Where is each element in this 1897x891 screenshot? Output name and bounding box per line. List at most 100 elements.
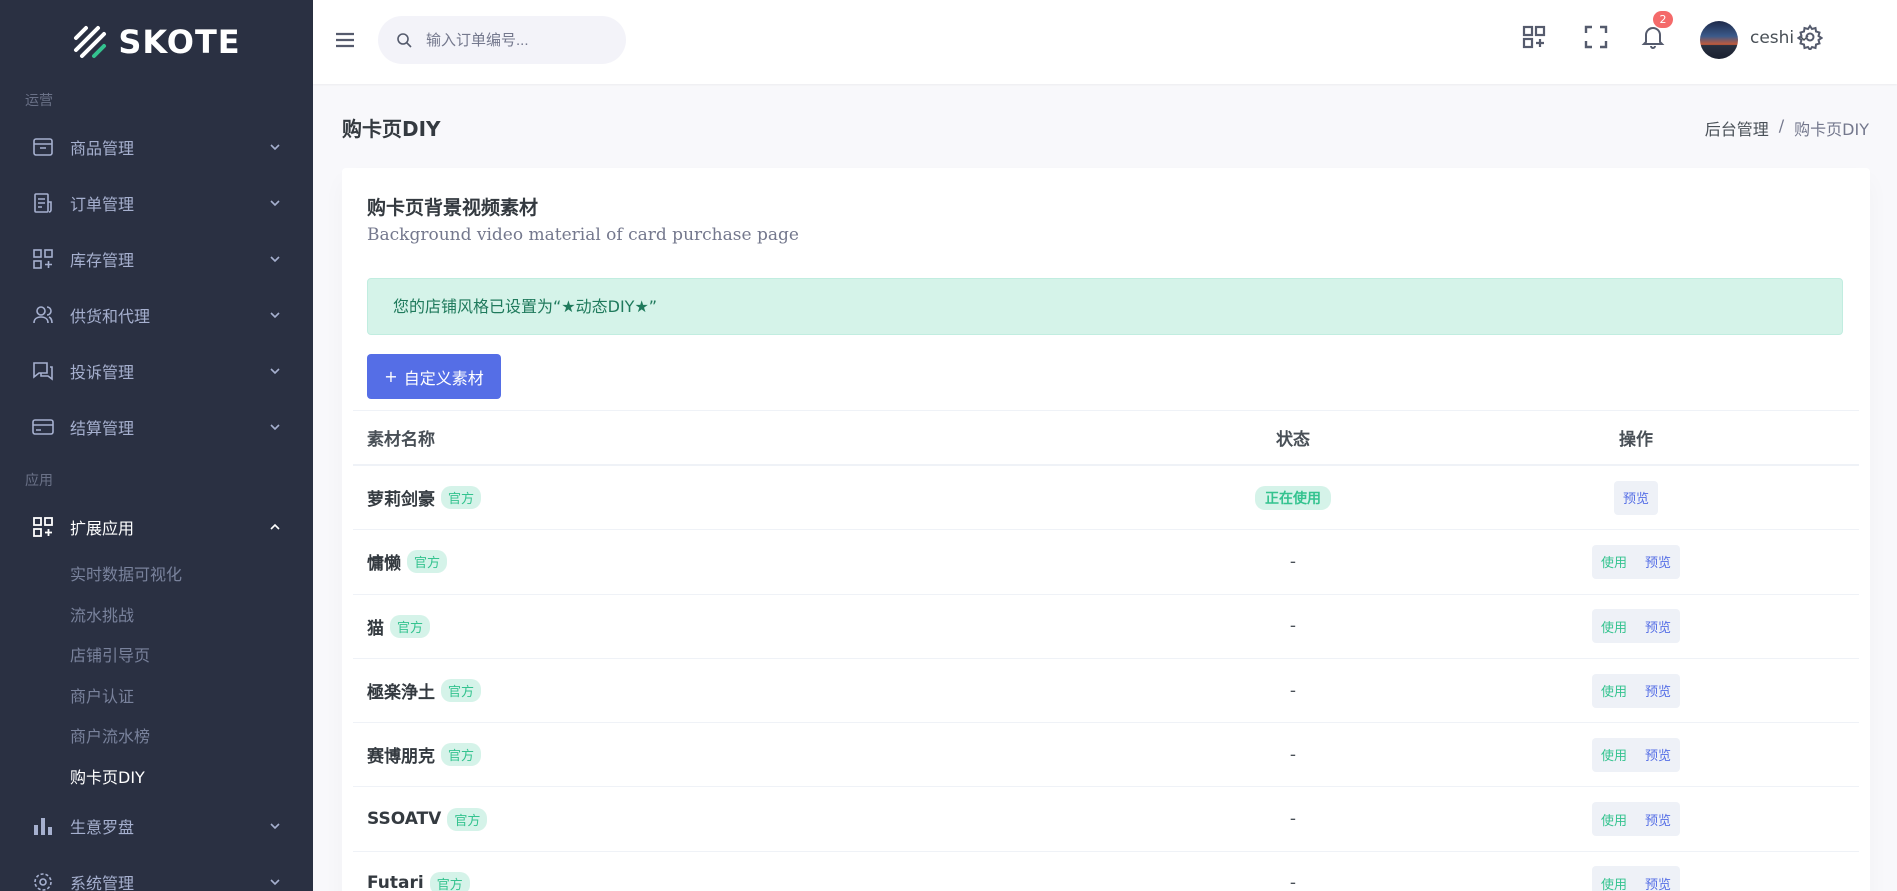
- sidebar-item-supply[interactable]: 供货和代理: [0, 287, 313, 343]
- user-name[interactable]: ceshi: [1750, 28, 1794, 48]
- sidebar-item-label: 库存管理: [70, 251, 135, 270]
- order-icon: [32, 192, 54, 214]
- chevron-down-icon: [270, 823, 280, 830]
- sidebar-item-orders[interactable]: 订单管理: [0, 175, 313, 231]
- apps-grid-icon[interactable]: [1521, 24, 1547, 50]
- sidebar: SKOTE 运营 商品管理 订单管理 库存管理 供货和代理 投诉管理 结算管理 …: [0, 0, 313, 891]
- chat-icon: [32, 360, 54, 382]
- search-icon: [397, 33, 412, 48]
- submenu-item-verify[interactable]: 商户认证: [0, 677, 313, 718]
- material-name: 慵懒: [367, 554, 401, 575]
- submenu-item-guide[interactable]: 店铺引导页: [0, 636, 313, 677]
- actions-group: 使用 预览: [1591, 866, 1681, 891]
- sidebar-item-products[interactable]: 商品管理: [0, 119, 313, 175]
- sidebar-item-system[interactable]: 系统管理: [0, 854, 313, 891]
- submenu-item-realtime[interactable]: 实时数据可视化: [0, 555, 313, 596]
- page-title: 购卡页DIY: [342, 117, 441, 141]
- sidebar-item-label: 供货和代理: [70, 307, 151, 326]
- material-name: 極楽浄土: [367, 683, 435, 704]
- official-tag: 官方: [407, 550, 448, 574]
- use-button[interactable]: 使用: [1597, 874, 1631, 891]
- chevron-down-icon: [270, 368, 280, 375]
- material-card: 购卡页背景视频素材 Background video material of c…: [342, 168, 1870, 891]
- table-row: 萝莉剑豪 官方 正在使用 预览: [353, 466, 1859, 531]
- preview-button[interactable]: 预览: [1641, 810, 1675, 829]
- menu-section-apps: 应用: [25, 473, 53, 489]
- submenu-item-diy[interactable]: 购卡页DIY: [0, 758, 313, 799]
- preview-button[interactable]: 预览: [1641, 552, 1675, 571]
- preview-button[interactable]: 预览: [1641, 681, 1675, 700]
- use-button[interactable]: 使用: [1597, 681, 1631, 700]
- material-name: 萝莉剑豪: [367, 490, 435, 511]
- fullscreen-icon[interactable]: [1583, 24, 1609, 50]
- status-text: -: [1289, 744, 1297, 765]
- menu-toggle-icon[interactable]: [335, 30, 355, 50]
- chevron-down-icon: [270, 144, 280, 151]
- logo-icon: [74, 25, 107, 58]
- card-subtitle: Background video material of card purcha…: [367, 225, 799, 245]
- actions-group: 使用 预览: [1591, 673, 1681, 708]
- actions-group: 预览: [1613, 480, 1658, 515]
- logo[interactable]: SKOTE: [0, 0, 313, 83]
- official-tag: 官方: [441, 486, 482, 510]
- sidebar-item-complaints[interactable]: 投诉管理: [0, 343, 313, 399]
- chevron-down-icon: [270, 200, 280, 207]
- gear-icon[interactable]: [1797, 24, 1823, 50]
- submenu-item-challenge[interactable]: 流水挑战: [0, 596, 313, 637]
- table-row: Futari 官方 - 使用 预览: [353, 852, 1859, 891]
- submenu-item-ranking[interactable]: 商户流水榜: [0, 717, 313, 758]
- card-title: 购卡页背景视频素材: [367, 197, 539, 219]
- chevron-up-icon: [270, 523, 280, 530]
- chevron-down-icon: [270, 879, 280, 886]
- sidebar-item-settlement[interactable]: 结算管理: [0, 399, 313, 455]
- table-row: 極楽浄土 官方 - 使用 预览: [353, 659, 1859, 724]
- search-input[interactable]: [426, 31, 606, 49]
- use-button[interactable]: 使用: [1597, 810, 1631, 829]
- status-text: -: [1289, 680, 1297, 701]
- sidebar-item-extensions[interactable]: 扩展应用: [0, 499, 313, 555]
- table-row: 慵懒 官方 - 使用 预览: [353, 530, 1859, 595]
- actions-group: 使用 预览: [1591, 544, 1681, 579]
- status-text: -: [1289, 873, 1297, 891]
- sidebar-item-compass[interactable]: 生意罗盘: [0, 798, 313, 854]
- preview-button[interactable]: 预览: [1641, 745, 1675, 764]
- table-row: SSOATV 官方 - 使用 预览: [353, 787, 1859, 852]
- topbar: 2 ceshi: [313, 0, 1897, 84]
- preview-button[interactable]: 预览: [1619, 488, 1653, 507]
- breadcrumb-item-home[interactable]: 后台管理: [1705, 116, 1769, 140]
- chevron-down-icon: [270, 424, 280, 431]
- avatar[interactable]: [1700, 21, 1738, 59]
- plus-icon: +: [384, 367, 398, 386]
- header-name: 素材名称: [367, 430, 435, 450]
- sidebar-item-label: 商品管理: [70, 139, 135, 158]
- status-text: -: [1289, 809, 1297, 830]
- add-material-button[interactable]: + 自定义素材: [367, 354, 501, 399]
- official-tag: 官方: [429, 871, 470, 891]
- material-table: 素材名称 状态 操作 萝莉剑豪 官方 正在使用 预览 慵懒 官方 - 使用 预览 猫官…: [353, 410, 1859, 891]
- box-icon: [32, 136, 54, 158]
- sidebar-item-label: 系统管理: [70, 874, 135, 891]
- use-button[interactable]: 使用: [1597, 745, 1631, 764]
- logo-text: SKOTE: [118, 22, 241, 61]
- header-status: 状态: [1276, 430, 1310, 450]
- official-tag: 官方: [390, 614, 431, 638]
- material-name: SSOATV: [367, 809, 442, 830]
- preview-button[interactable]: 预览: [1641, 874, 1675, 891]
- actions-group: 使用 预览: [1591, 737, 1681, 772]
- gear-icon: [32, 871, 54, 891]
- material-name: Futari: [367, 873, 424, 891]
- users-icon: [32, 304, 54, 326]
- search-box[interactable]: [378, 16, 626, 64]
- official-tag: 官方: [441, 679, 482, 703]
- status-text: -: [1289, 616, 1297, 637]
- use-button[interactable]: 使用: [1597, 552, 1631, 571]
- table-row: 赛博朋克 官方 - 使用 预览: [353, 723, 1859, 788]
- breadcrumb-item-current: 购卡页DIY: [1794, 120, 1869, 139]
- breadcrumb: 后台管理 / 购卡页DIY: [1705, 116, 1869, 140]
- table-row: 猫官方 - 使用 预览: [353, 595, 1859, 659]
- grid-plus-icon: [32, 248, 54, 270]
- grid-plus-icon: [32, 516, 54, 538]
- use-button[interactable]: 使用: [1597, 617, 1631, 636]
- preview-button[interactable]: 预览: [1641, 617, 1675, 636]
- sidebar-item-inventory[interactable]: 库存管理: [0, 231, 313, 287]
